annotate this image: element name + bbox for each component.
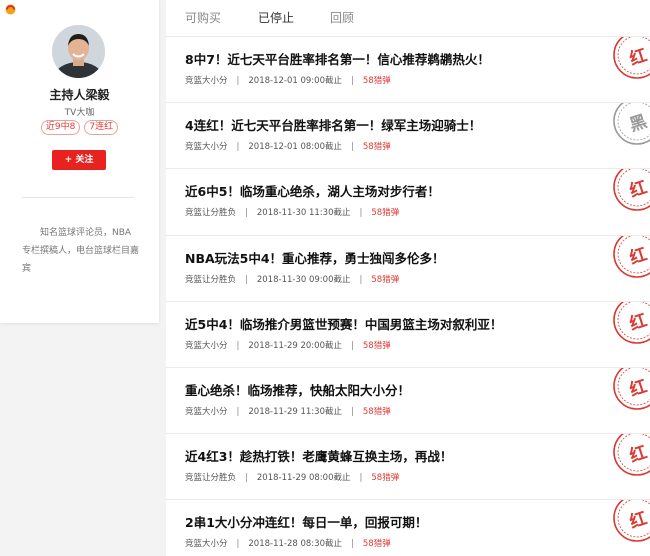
tip-category: 竞篮让分胜负 — [185, 274, 237, 285]
tip-deadline: 2018-11-29 11:30截止 — [248, 407, 342, 417]
separator: | — [245, 208, 248, 219]
tip-price: 58猎弹 — [371, 274, 400, 285]
result-stamp-red-icon: 红 — [613, 235, 650, 278]
tip-category: 竞篮让分胜负 — [185, 473, 237, 484]
tip-deadline: 2018-11-29 08:00截止 — [256, 473, 351, 484]
follow-button[interactable]: + 关注 — [52, 150, 106, 170]
tip-title[interactable]: 4连红！近七天平台胜率排名第一！绿军主场迎骑士！ — [185, 115, 481, 134]
tip-category: 竞篮大小分 — [185, 76, 228, 86]
separator: | — [359, 473, 363, 484]
stamp-text: 红 — [627, 177, 650, 202]
stamp-text: 黑 — [627, 112, 649, 136]
separator: | — [351, 142, 354, 153]
result-stamp-red-icon: 红 — [613, 37, 650, 79]
result-stamp-red-icon: 红 — [613, 169, 650, 212]
result-stamp-red-icon: 红 — [613, 434, 650, 476]
separator: | — [245, 274, 248, 285]
tip-title[interactable]: 近4红3！趁热打铁！老鹰黄蜂互换主场，再战！ — [185, 446, 452, 465]
tip-meta: 竞篮大小分 | 2018-11-29 20:00截止 | 58猎弹 — [185, 339, 391, 351]
tip-price: 58猎弹 — [362, 407, 391, 417]
separator: | — [351, 407, 354, 417]
tab-stopped[interactable]: 已停止 — [258, 9, 294, 26]
tab-available[interactable]: 可购买 — [185, 9, 221, 26]
tip-category: 竞篮大小分 — [185, 539, 228, 550]
separator: | — [359, 208, 363, 219]
stamp-text: 红 — [627, 45, 650, 70]
tip-deadline: 2018-11-30 09:00截止 — [256, 274, 351, 285]
record-badge: 近9中8 — [40, 120, 81, 135]
avatar[interactable] — [52, 25, 105, 78]
tip-price: 58猎弹 — [362, 340, 391, 351]
tip-price: 58猎弹 — [371, 473, 400, 484]
tip-meta: 竞篮让分胜负 | 2018-11-29 08:00截止 | 58猎弹 — [185, 471, 399, 483]
host-tags: 近9中8 7连红 — [0, 120, 159, 135]
tab-review[interactable]: 回顾 — [330, 9, 354, 26]
site-logo-icon — [5, 4, 16, 15]
host-name: 主持人梁毅 — [49, 88, 110, 102]
separator: | — [351, 340, 354, 351]
stamp-text: 红 — [627, 442, 650, 467]
tip-price: 58猎弹 — [362, 539, 391, 550]
tip-meta: 竞篮让分胜负 | 2018-11-30 09:00截止 | 58猎弹 — [185, 273, 399, 285]
separator: | — [236, 76, 240, 86]
tip-meta: 竞篮让分胜负 | 2018-11-30 11:30截止 | 58猎弹 — [185, 206, 399, 218]
host-subtitle: TV大咖 — [64, 108, 95, 118]
tip-category: 竞篮大小分 — [185, 340, 228, 351]
tab-bar: 可购买 已停止 回顾 — [166, 0, 650, 36]
tip-title[interactable]: 重心绝杀！临场推荐，快船太阳大小分！ — [185, 380, 410, 399]
tip-price: 58猎弹 — [362, 76, 391, 86]
host-bio: 知名篮球评论员，NBA专栏撰稿人，电台篮球栏目嘉宾 — [22, 228, 140, 274]
tip-title[interactable]: 2串1大小分冲连红！每日一单，回报可期！ — [185, 512, 427, 531]
separator: | — [245, 473, 248, 484]
tip-item[interactable]: 4连红！近七天平台胜率排名第一！绿军主场迎骑士！ 竞篮大小分 | 2018-12-01… — [166, 102, 650, 168]
separator: | — [236, 142, 240, 153]
tip-deadline: 2018-12-01 08:00截止 — [248, 142, 342, 153]
tip-price: 58猎弹 — [362, 142, 391, 153]
result-stamp-red-icon: 红 — [613, 301, 650, 344]
stamp-text: 红 — [627, 309, 650, 334]
tip-deadline: 2018-11-30 11:30截止 — [256, 208, 351, 219]
host-profile-card: 主持人梁毅 TV大咖 近9中8 7连红 + 关注 知名篮球评论员，NBA专栏撰稿… — [0, 0, 159, 323]
tip-price: 58猎弹 — [371, 208, 400, 219]
tip-deadline: 2018-12-01 09:00截止 — [248, 76, 342, 86]
tip-item[interactable]: NBA玩法5中4！重心推荐，勇士独闯多伦多！ 竞篮让分胜负 | 2018-11-30 … — [166, 234, 650, 301]
separator: | — [236, 407, 240, 417]
tip-meta: 竞篮大小分 | 2018-12-01 09:00截止 | 58猎弹 — [185, 74, 391, 86]
tip-meta: 竞篮大小分 | 2018-11-28 08:30截止 | 58猎弹 — [185, 537, 391, 549]
separator: | — [236, 340, 240, 351]
result-stamp-black-icon: 黑 — [613, 103, 650, 145]
tip-item[interactable]: 近5中4！临场推介男篮世预赛！中国男篮主场对叙利亚！ 竞篮大小分 | 2018-11-… — [166, 300, 650, 367]
tip-item[interactable]: 8中7！近七天平台胜率排名第一！信心推荐鹈鹕热火！ 竞篮大小分 | 2018-12-0… — [166, 36, 650, 102]
tip-title[interactable]: 近5中4！临场推介男篮世预赛！中国男篮主场对叙利亚！ — [185, 314, 502, 333]
tip-item[interactable]: 近6中5！临场重心绝杀，湖人主场对步行者！ 竞篮让分胜负 | 2018-11-30 1… — [166, 168, 650, 234]
tip-meta: 竞篮大小分 | 2018-11-29 11:30截止 | 58猎弹 — [185, 405, 391, 417]
tip-deadline: 2018-11-28 08:30截止 — [248, 539, 342, 550]
separator: | — [359, 274, 363, 285]
separator: | — [236, 539, 240, 550]
result-stamp-red-icon: 红 — [613, 368, 650, 410]
page: 主持人梁毅 TV大咖 近9中8 7连红 + 关注 知名篮球评论员，NBA专栏撰稿… — [0, 0, 650, 556]
tip-category: 竞篮大小分 — [185, 407, 228, 417]
stamp-text: 红 — [627, 508, 650, 533]
tip-item[interactable]: 2串1大小分冲连红！每日一单，回报可期！ 竞篮大小分 | 2018-11-28 08:… — [166, 499, 650, 556]
result-stamp-red-icon: 红 — [613, 500, 650, 543]
tip-title[interactable]: 近6中5！临场重心绝杀，湖人主场对步行者！ — [185, 181, 440, 200]
stamp-text: 红 — [627, 376, 650, 401]
tips-panel: 可购买 已停止 回顾 8中7！近七天平台胜率排名第一！信心推荐鹈鹕热火！ 竞篮大小… — [166, 0, 650, 556]
separator: | — [351, 539, 354, 550]
separator: | — [351, 76, 354, 86]
tip-title[interactable]: 8中7！近七天平台胜率排名第一！信心推荐鹈鹕热火！ — [185, 49, 490, 68]
tip-category: 竞篮大小分 — [185, 142, 228, 153]
tip-category: 竞篮让分胜负 — [185, 208, 237, 219]
tip-item[interactable]: 重心绝杀！临场推荐，快船太阳大小分！ 竞篮大小分 | 2018-11-29 11:30… — [166, 367, 650, 433]
tip-meta: 竞篮大小分 | 2018-12-01 08:00截止 | 58猎弹 — [185, 140, 391, 152]
stamp-text: 红 — [627, 243, 650, 268]
streak-badge: 7连红 — [84, 120, 119, 135]
divider — [22, 197, 134, 198]
tip-title[interactable]: NBA玩法5中4！重心推荐，勇士独闯多伦多！ — [185, 248, 445, 267]
avatar-portrait-icon — [52, 25, 105, 78]
tip-item[interactable]: 近4红3！趁热打铁！老鹰黄蜂互换主场，再战！ 竞篮让分胜负 | 2018-11-29 … — [166, 433, 650, 499]
tip-deadline: 2018-11-29 20:00截止 — [248, 340, 342, 351]
